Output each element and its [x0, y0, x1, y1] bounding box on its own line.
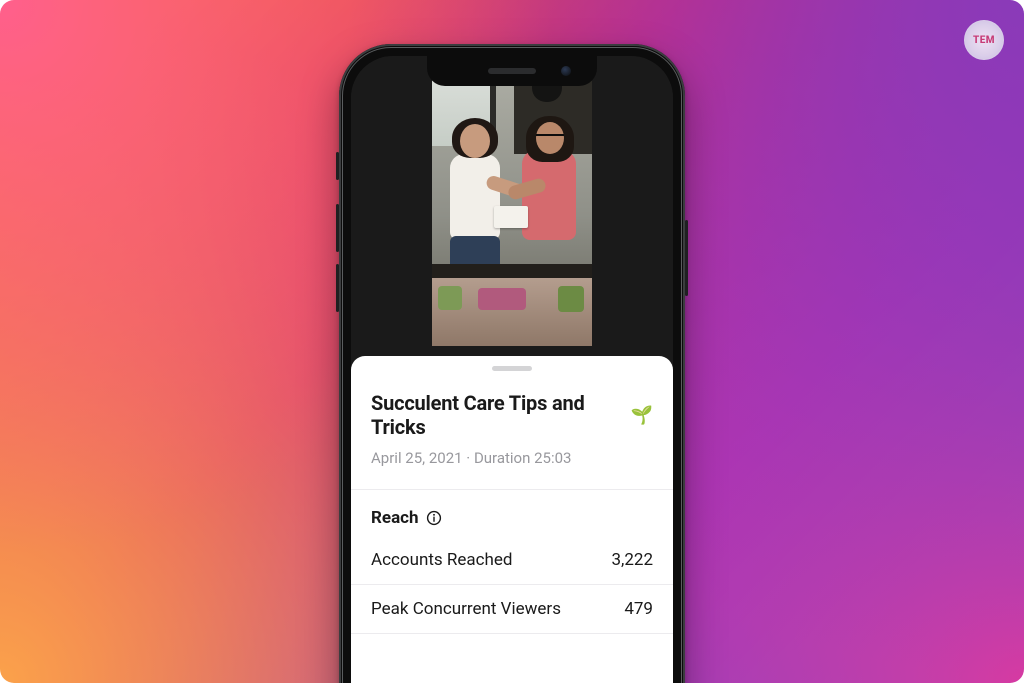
volume-up-button [336, 204, 339, 252]
phone-notch [427, 56, 597, 86]
phone-frame: Succulent Care Tips and Tricks 🌱 April 2… [339, 44, 685, 683]
gradient-background: TEM [0, 0, 1024, 683]
speaker-grille [488, 68, 536, 74]
divider [351, 584, 673, 585]
stat-label: Accounts Reached [371, 550, 513, 570]
volume-down-button [336, 264, 339, 312]
info-icon[interactable] [426, 510, 442, 526]
video-meta: April 25, 2021 · Duration 25:03 [371, 449, 653, 467]
stat-value: 479 [624, 599, 653, 619]
video-title: Succulent Care Tips and Tricks 🌱 [371, 391, 653, 439]
divider [351, 489, 673, 490]
phone-screen: Succulent Care Tips and Tricks 🌱 April 2… [351, 56, 673, 683]
video-date: April 25, 2021 [371, 449, 463, 467]
stat-row-peak-viewers: Peak Concurrent Viewers 479 [371, 599, 653, 619]
insights-sheet[interactable]: Succulent Care Tips and Tricks 🌱 April 2… [351, 356, 673, 683]
power-button [685, 220, 688, 296]
reach-label: Reach [371, 508, 419, 528]
watermark-text: TEM [973, 35, 995, 46]
watermark-badge: TEM [964, 20, 1004, 60]
video-duration: Duration 25:03 [474, 449, 572, 467]
mute-switch [336, 152, 339, 180]
divider [351, 633, 673, 634]
video-preview-area [351, 56, 673, 386]
stat-row-accounts-reached: Accounts Reached 3,222 [371, 550, 653, 570]
sheet-grabber[interactable] [492, 366, 532, 371]
seedling-icon: 🌱 [631, 405, 653, 426]
reach-header: Reach [371, 508, 653, 528]
stat-value: 3,222 [611, 550, 653, 570]
stat-label: Peak Concurrent Viewers [371, 599, 561, 619]
video-thumbnail[interactable] [432, 56, 592, 346]
video-title-text: Succulent Care Tips and Tricks [371, 391, 625, 439]
meta-separator: · [463, 449, 474, 467]
front-camera [561, 66, 571, 76]
